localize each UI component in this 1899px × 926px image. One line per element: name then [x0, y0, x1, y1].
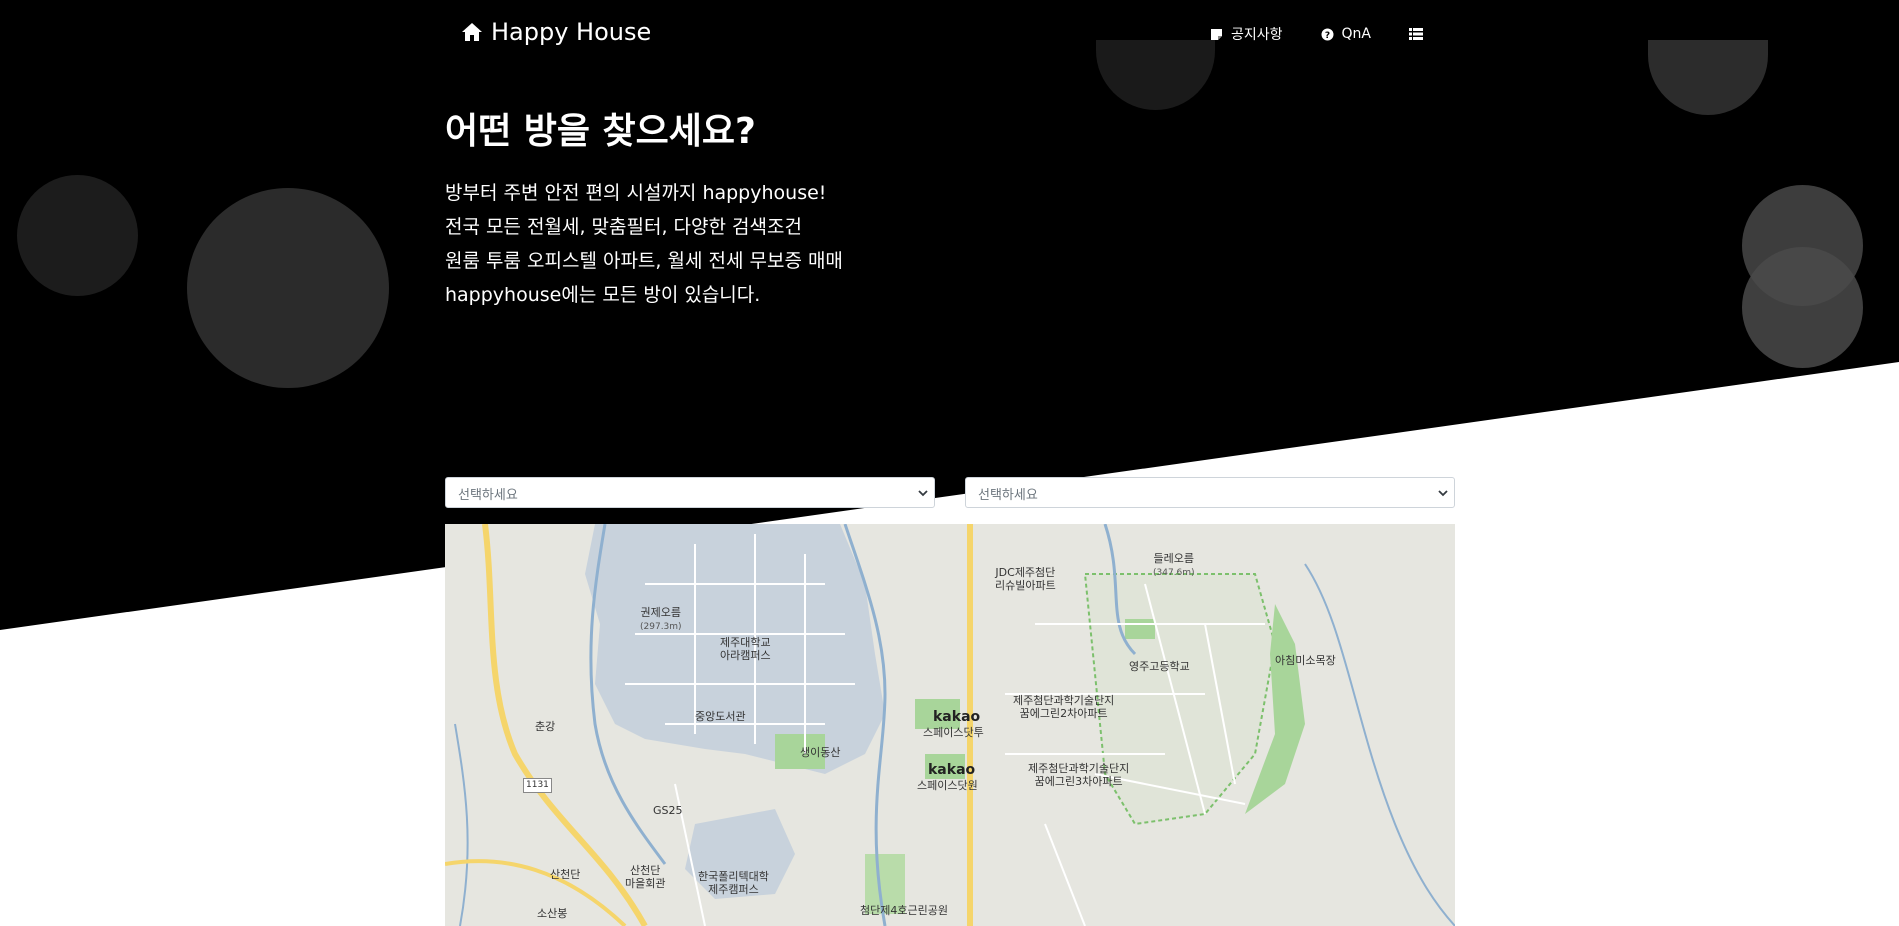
hero-line: happyhouse에는 모든 방이 있습니다. — [445, 284, 761, 306]
brand-link[interactable]: Happy House — [461, 18, 651, 46]
road-number: 1131 — [523, 778, 552, 793]
select-value: 선택하세요 — [978, 488, 1038, 503]
map-label: 중앙도서관 — [695, 710, 746, 723]
map-label: 제주첨단과학기술단지 꿈에그린2차아파트 — [1013, 694, 1115, 720]
brand-name: Happy House — [491, 18, 652, 46]
sticky-note-icon — [1210, 27, 1224, 41]
nav-notice-label: 공지사항 — [1230, 27, 1283, 43]
map-canvas — [445, 524, 1455, 926]
map-label-text: (297.3m) — [640, 622, 682, 632]
select-value: 선택하세요 — [458, 488, 518, 503]
chevron-down-icon — [1438, 487, 1448, 502]
map-label: 제주대학교 아라캠퍼스 — [720, 636, 771, 662]
map-label: 소산봉 — [537, 907, 568, 920]
map-label: 스페이스닷투 — [923, 726, 984, 739]
region-select-1[interactable]: 선택하세요 — [445, 477, 935, 508]
map-label: 아침미소목장 — [1275, 654, 1336, 667]
map-label: JDC제주첨단 리슈빌아파트 — [995, 566, 1056, 592]
map-label-text: (347.6m) — [1153, 568, 1195, 578]
map-label: 제주첨단과학기술단지 꿈에그린3차아파트 — [1028, 762, 1130, 788]
map-label: GS25 — [653, 804, 683, 817]
nav-menu: 공지사항 ? QnA — [1210, 24, 1423, 44]
nav-notice[interactable]: 공지사항 — [1210, 24, 1283, 44]
map-label: 스페이스닷원 — [917, 779, 978, 792]
map-label: 한국폴리텍대학 제주캠퍼스 — [698, 870, 769, 896]
nav-list[interactable] — [1409, 27, 1423, 41]
map-label: 산천단 — [550, 868, 581, 881]
question-circle-icon: ? — [1321, 27, 1335, 41]
svg-text:?: ? — [1325, 31, 1330, 41]
hero-line: 전국 모든 전월세, 맞춤필터, 다양한 검색조건 — [445, 216, 802, 238]
nav-qna-label: QnA — [1341, 26, 1371, 42]
map-label-text: 권제오름 — [640, 606, 682, 619]
map-label: 생이동산 — [800, 746, 841, 759]
map-label-text: 들레오름 — [1153, 552, 1195, 565]
map-label: 첨단제4호근린공원 — [860, 904, 948, 917]
map-label: 권제오름 (297.3m) — [640, 606, 682, 634]
map-view[interactable]: 권제오름 (297.3m) 제주대학교 아라캠퍼스 중앙도서관 생이동산 춘강 1… — [445, 524, 1455, 926]
kakao-logo: kakao — [928, 762, 976, 778]
map-label: 춘강 — [535, 720, 556, 733]
region-select-2[interactable]: 선택하세요 — [965, 477, 1455, 508]
decor-circle — [1742, 247, 1863, 368]
hero-title: 어떤 방을 찾으세요? — [445, 111, 756, 152]
map-label: 산천단 마을회관 — [625, 864, 666, 890]
decor-circle — [17, 175, 138, 296]
chevron-down-icon — [918, 487, 928, 502]
list-icon — [1409, 27, 1423, 41]
decor-circle — [187, 188, 389, 388]
hero-line: 방부터 주변 안전 편의 시설까지 happyhouse! — [445, 182, 827, 204]
map-label: 들레오름 (347.6m) — [1153, 552, 1195, 580]
kakao-logo: kakao — [933, 709, 981, 725]
hero-description: 방부터 주변 안전 편의 시설까지 happyhouse! 전국 모든 전월세,… — [445, 176, 843, 312]
navbar: Happy House 공지사항 ? QnA — [445, 0, 1455, 68]
nav-qna[interactable]: ? QnA — [1321, 26, 1371, 42]
hero-line: 원룸 투룸 오피스텔 아파트, 월세 전세 무보증 매매 — [445, 250, 843, 272]
home-icon — [461, 22, 483, 42]
map-label: 영주고등학교 — [1129, 660, 1190, 673]
